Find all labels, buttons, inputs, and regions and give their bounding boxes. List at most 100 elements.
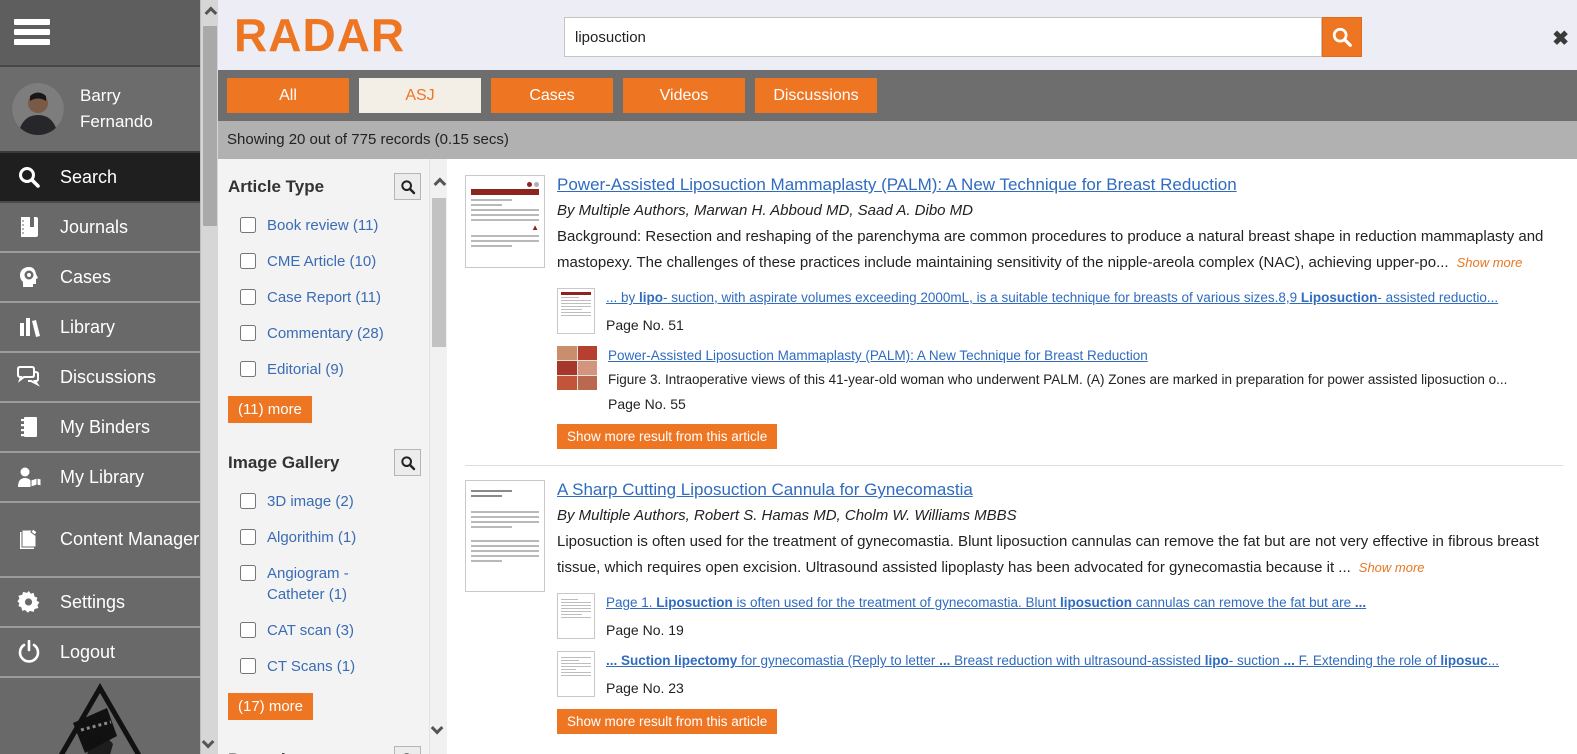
filter-checkbox[interactable] — [240, 289, 256, 305]
hamburger-icon — [14, 15, 50, 49]
filter-section-image-gallery: Image Gallery 3D image (2) Algorithim (1… — [228, 449, 421, 720]
result-article: A Sharp Cutting Liposuction Cannula for … — [465, 480, 1563, 734]
search-input[interactable] — [564, 17, 1322, 57]
search-icon — [400, 179, 416, 195]
sidebar-item-content-manager[interactable]: Content Manager — [0, 503, 200, 578]
sidebar-item-label: My Binders — [60, 415, 150, 439]
filter-option-label[interactable]: Commentary (28) — [267, 323, 384, 344]
sidebar-item-journals[interactable]: Journals — [0, 203, 200, 253]
sub-result-link[interactable]: Page 1. Liposuction is often used for th… — [606, 595, 1366, 610]
scroll-up-arrow[interactable] — [430, 171, 447, 193]
article-thumbnail[interactable]: ▲ — [465, 175, 545, 268]
close-icon[interactable]: ✖ — [1552, 26, 1569, 51]
filter-checkbox[interactable] — [240, 493, 256, 509]
filter-option-label[interactable]: CT Scans (1) — [267, 656, 355, 677]
page-number: Page No. 51 — [606, 317, 1498, 333]
filter-search-button[interactable] — [394, 449, 421, 476]
main-area: RADAR ✖ All ASJ Cases Videos Discussions… — [218, 0, 1577, 754]
filter-option: Case Report (11) — [240, 287, 421, 308]
article-title-link[interactable]: A Sharp Cutting Liposuction Cannula for … — [557, 480, 973, 500]
filter-option-label[interactable]: Angiogram - Catheter (1) — [267, 563, 390, 605]
result-article: ▲ Power-Assisted Liposuction Mammaplasty… — [465, 175, 1563, 449]
filter-section-article-type: Article Type Book review (11) CME Articl… — [228, 173, 421, 423]
filter-option: Book review (11) — [240, 215, 421, 236]
sidebar-item-my-binders[interactable]: My Binders — [0, 403, 200, 453]
filter-title: Procedures — [228, 750, 322, 754]
sidebar-item-label: Discussions — [60, 365, 156, 389]
filter-option-label[interactable]: CME Article (10) — [267, 251, 376, 272]
app-logo — [0, 678, 200, 754]
tab-all[interactable]: All — [227, 78, 349, 113]
filter-search-button[interactable] — [394, 173, 421, 200]
sidebar-item-search[interactable]: Search — [0, 153, 200, 203]
filter-checkbox[interactable] — [240, 565, 256, 581]
sidebar-item-label: Cases — [60, 265, 111, 289]
scroll-up-arrow[interactable] — [201, 0, 218, 22]
filter-panel: Article Type Book review (11) CME Articl… — [218, 159, 429, 754]
filter-checkbox[interactable] — [240, 529, 256, 545]
show-more-link[interactable]: Show more — [1359, 560, 1425, 575]
sidebar-item-discussions[interactable]: Discussions — [0, 353, 200, 403]
tab-asj[interactable]: ASJ — [359, 78, 481, 113]
snippet-thumbnail[interactable] — [557, 593, 595, 639]
sidebar-item-label: Settings — [60, 590, 125, 614]
sidebar-item-cases[interactable]: Cases — [0, 253, 200, 303]
scrollbar-thumb[interactable] — [203, 26, 217, 226]
article-title-link[interactable]: Power-Assisted Liposuction Mammaplasty (… — [557, 175, 1237, 195]
filter-checkbox[interactable] — [240, 253, 256, 269]
filter-option-label[interactable]: 3D image (2) — [267, 491, 354, 512]
show-more-results-button[interactable]: Show more result from this article — [557, 424, 777, 449]
show-more-link[interactable]: Show more — [1457, 255, 1523, 270]
filter-checkbox[interactable] — [240, 325, 256, 341]
filter-checkbox[interactable] — [240, 658, 256, 674]
tab-videos[interactable]: Videos — [623, 78, 745, 113]
article-summary: Power-Assisted Liposuction Mammaplasty (… — [557, 175, 1553, 449]
library-icon — [14, 312, 44, 342]
filter-option-label[interactable]: CAT scan (3) — [267, 620, 354, 641]
filter-checkbox[interactable] — [240, 217, 256, 233]
snippet-thumbnail[interactable] — [557, 651, 595, 697]
scrollbar-thumb[interactable] — [432, 198, 446, 347]
sidebar-item-my-library[interactable]: My Library — [0, 453, 200, 503]
sidebar-item-settings[interactable]: Settings — [0, 578, 200, 628]
article-authors: By Multiple Authors, Robert S. Hamas MD,… — [557, 507, 1553, 524]
scroll-down-arrow[interactable] — [430, 718, 447, 740]
results-status: Showing 20 out of 775 records (0.15 secs… — [218, 121, 1577, 159]
filter-option-label[interactable]: Book review (11) — [267, 215, 378, 236]
more-filters-button[interactable]: (11) more — [228, 396, 312, 423]
search-icon — [1331, 26, 1353, 48]
more-filters-button[interactable]: (17) more — [228, 693, 313, 720]
sub-result-link[interactable]: Power-Assisted Liposuction Mammaplasty (… — [608, 348, 1148, 363]
filter-checkbox[interactable] — [240, 622, 256, 638]
tab-discussions[interactable]: Discussions — [755, 78, 877, 113]
filter-search-button[interactable] — [394, 746, 421, 754]
filter-option-label[interactable]: Editorial (9) — [267, 359, 344, 380]
sidebar-item-library[interactable]: Library — [0, 303, 200, 353]
figure-caption: Figure 3. Intraoperative views of this 4… — [608, 372, 1507, 387]
gear-icon — [14, 587, 44, 617]
filter-checkbox[interactable] — [240, 361, 256, 377]
sub-result: ... Suction lipectomy for gynecomastia (… — [557, 651, 1553, 697]
filter-title: Article Type — [228, 177, 324, 197]
sub-results: ... by lipo- suction, with aspirate volu… — [557, 288, 1553, 412]
search-button[interactable] — [1322, 17, 1362, 57]
sub-result-link[interactable]: ... by lipo- suction, with aspirate volu… — [606, 290, 1498, 305]
article-thumbnail[interactable] — [465, 480, 545, 592]
article-authors: By Multiple Authors, Marwan H. Abboud MD… — [557, 202, 1553, 219]
sidebar-item-logout[interactable]: Logout — [0, 628, 200, 678]
tab-cases[interactable]: Cases — [491, 78, 613, 113]
sub-result-link[interactable]: ... Suction lipectomy for gynecomastia (… — [606, 653, 1499, 668]
sidebar-scrollbar[interactable] — [200, 0, 218, 754]
filter-option: CME Article (10) — [240, 251, 421, 272]
filter-option-label[interactable]: Case Report (11) — [267, 287, 381, 308]
article-summary: A Sharp Cutting Liposuction Cannula for … — [557, 480, 1553, 734]
snippet-thumbnail[interactable] — [557, 288, 595, 334]
scroll-down-arrow[interactable] — [201, 732, 218, 754]
search-icon — [400, 455, 416, 471]
figure-thumbnail[interactable] — [557, 346, 597, 390]
filter-option-label[interactable]: Algorithim (1) — [267, 527, 356, 548]
filter-scrollbar[interactable] — [429, 159, 447, 754]
menu-button[interactable] — [0, 0, 200, 67]
show-more-results-button[interactable]: Show more result from this article — [557, 709, 777, 734]
sidebar-nav: Search Journals Cases Library — [0, 153, 200, 678]
